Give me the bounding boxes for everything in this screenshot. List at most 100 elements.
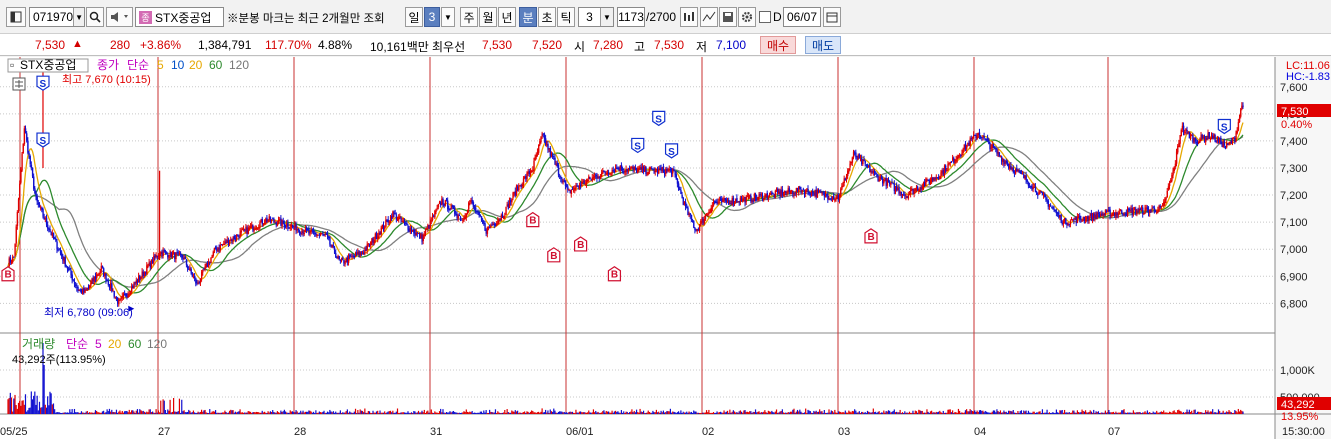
volume-bar xyxy=(211,411,213,414)
sell-marker-icon[interactable]: S xyxy=(664,143,679,159)
line-tools-icon[interactable] xyxy=(700,7,718,27)
search-icon[interactable] xyxy=(86,7,104,27)
volume-bar xyxy=(798,411,800,414)
high-label: 고 xyxy=(634,40,646,54)
volume-bar xyxy=(318,411,320,414)
period-day-button[interactable]: 일 xyxy=(405,7,423,27)
sell-marker-icon[interactable]: S xyxy=(36,132,50,148)
chevron-down-icon[interactable]: ▼ xyxy=(600,8,613,26)
volume-bar xyxy=(918,409,920,414)
volume-bar xyxy=(400,412,402,414)
candle-body xyxy=(147,265,149,267)
candle-body xyxy=(1047,200,1050,207)
candle-body xyxy=(86,288,89,291)
buy-marker-icon[interactable]: B xyxy=(864,228,878,244)
candle-body xyxy=(805,190,807,194)
candle-body xyxy=(1186,129,1188,132)
volume-bar xyxy=(603,410,605,414)
candle-body xyxy=(52,232,55,239)
volume-bar xyxy=(203,410,205,414)
period-minute-button[interactable]: 분 xyxy=(519,7,537,27)
stock-name-field[interactable]: 종 STX중공업 xyxy=(135,7,224,27)
period-day-count[interactable]: 3 xyxy=(424,7,440,27)
volume-bar xyxy=(1039,411,1041,414)
candle-body xyxy=(1049,205,1052,207)
sell-marker-icon[interactable]: S xyxy=(652,110,666,127)
settings-icon[interactable] xyxy=(738,7,756,27)
buy-button[interactable]: 매수 xyxy=(760,36,796,54)
chevron-down-icon[interactable]: ▼ xyxy=(441,7,455,27)
volume-bar xyxy=(1048,412,1051,414)
period-second-button[interactable]: 초 xyxy=(538,7,556,27)
buy-marker-icon[interactable]: B xyxy=(574,236,588,252)
candle-body xyxy=(47,224,49,229)
price-chart[interactable]: SSBBBBBSSSBS 7,6007,5007,4007,3007,2007,… xyxy=(0,57,1331,439)
volume-bar xyxy=(1222,410,1224,414)
buy-marker-icon[interactable]: B xyxy=(607,266,622,282)
volume-bar xyxy=(541,408,543,414)
candle-body xyxy=(940,172,942,177)
volume-bar xyxy=(857,412,859,414)
volume-bar xyxy=(589,412,591,414)
chevron-down-icon[interactable]: ▼ xyxy=(73,8,84,26)
volume-bar xyxy=(985,411,988,414)
interval-select[interactable]: 3 ▼ xyxy=(578,7,614,27)
volume-bar xyxy=(697,412,699,414)
volume-ma20: 20 xyxy=(108,337,122,351)
candle-body xyxy=(1150,209,1152,211)
buy-marker-icon[interactable]: B xyxy=(526,211,540,228)
volume-bar xyxy=(19,400,21,414)
volume-bar xyxy=(559,411,561,414)
volume-bar xyxy=(70,412,72,414)
volume-bar xyxy=(521,412,523,414)
sell-marker-icon[interactable]: S xyxy=(631,137,645,154)
save-icon[interactable] xyxy=(719,7,737,27)
volume-bar xyxy=(563,411,565,414)
d-checkbox[interactable] xyxy=(759,11,771,23)
volume-bar xyxy=(124,411,126,414)
period-tick-button[interactable]: 틱 xyxy=(557,7,575,27)
calendar-icon[interactable] xyxy=(823,7,841,27)
period-week-button[interactable]: 주 xyxy=(460,7,478,27)
volume-bar xyxy=(911,412,913,414)
sell-marker-icon[interactable]: S xyxy=(1217,118,1231,135)
stock-code-input[interactable]: 071970 ▼ xyxy=(29,7,85,27)
sell-button[interactable]: 매도 xyxy=(805,36,841,54)
volume-bar xyxy=(525,412,527,414)
volume-bar xyxy=(729,409,731,414)
count-input[interactable]: 1173 xyxy=(617,7,645,27)
candle-body xyxy=(1194,137,1196,142)
volume-bar xyxy=(237,411,239,414)
volume-bar xyxy=(224,410,226,414)
speaker-icon[interactable] xyxy=(106,7,133,27)
date-input[interactable]: 06/07 xyxy=(783,7,821,27)
volume-bar xyxy=(1201,412,1203,414)
buy-marker-icon[interactable]: B xyxy=(1,266,15,282)
volume-bar xyxy=(169,399,171,414)
volume-bar xyxy=(135,410,137,414)
sell-marker-icon[interactable]: S xyxy=(36,75,50,91)
candle-body xyxy=(852,151,855,158)
volume-bar xyxy=(1045,412,1047,414)
candle-body xyxy=(1153,207,1156,212)
volume-bar xyxy=(1165,412,1167,414)
marker-letter: B xyxy=(577,240,584,251)
volume-bar xyxy=(1174,412,1176,414)
volume-bar xyxy=(504,409,506,414)
volume-bar xyxy=(1157,412,1159,414)
period-year-button[interactable]: 년 xyxy=(498,7,516,27)
volume-bar xyxy=(696,412,698,414)
volume-bar xyxy=(1132,410,1134,414)
candle-body xyxy=(482,220,484,224)
period-month-button[interactable]: 월 xyxy=(479,7,497,27)
buy-marker-icon[interactable]: B xyxy=(547,247,561,263)
volume-bar xyxy=(315,410,317,414)
candle-body xyxy=(366,244,368,251)
candle-body xyxy=(297,229,300,231)
candle-body xyxy=(1174,163,1177,168)
volume-bar xyxy=(526,411,528,414)
chart-tools-icon[interactable] xyxy=(680,7,698,27)
candle-body xyxy=(983,136,985,138)
window-icon[interactable] xyxy=(6,7,26,27)
volume-bar xyxy=(777,412,779,414)
